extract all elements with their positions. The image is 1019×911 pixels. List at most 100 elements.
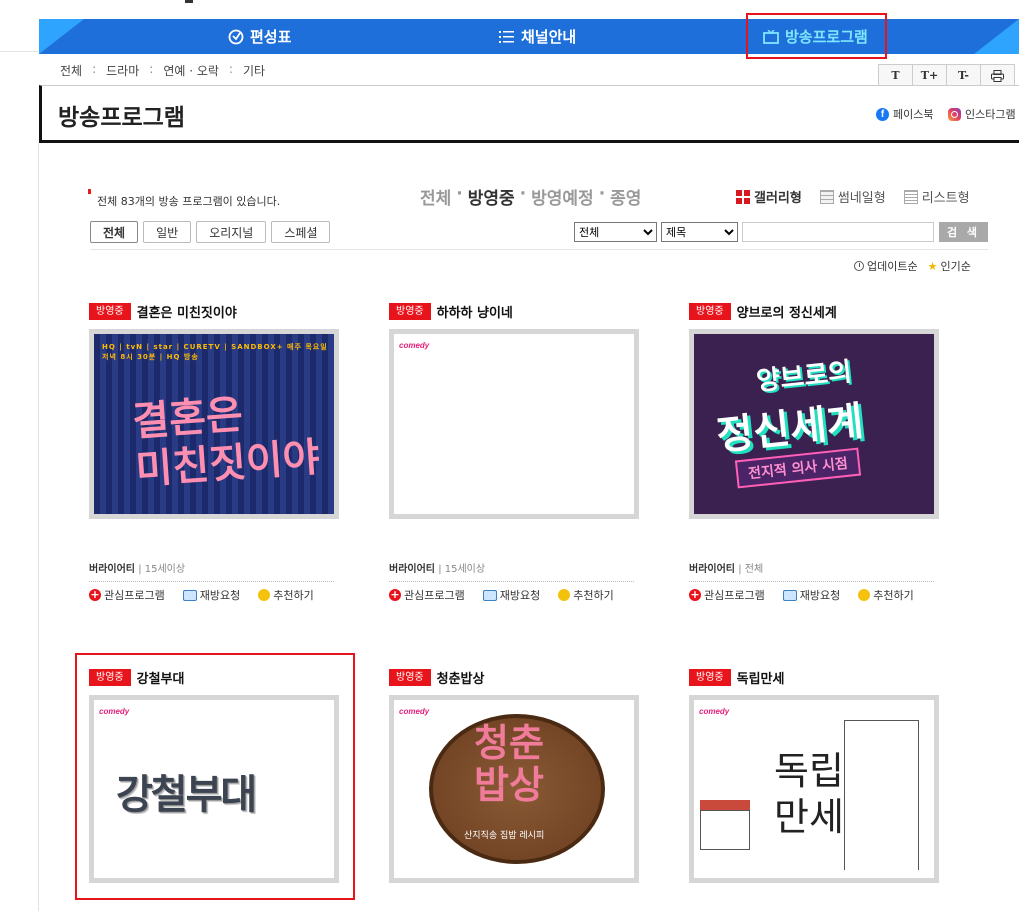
recommend-button[interactable]: 추천하기 — [558, 587, 614, 603]
program-title-link[interactable]: 방영중 하하하 냥이네 — [389, 302, 639, 321]
artwork-title: 강철부대 — [116, 773, 257, 817]
nav-programs[interactable]: 방송프로그램 — [763, 19, 868, 54]
sort-by-popular[interactable]: ★ 인기순 — [928, 258, 971, 274]
font-decrease-button[interactable]: T- — [946, 64, 981, 86]
nav-programs-label: 방송프로그램 — [785, 28, 868, 46]
view-mode-list[interactable]: 리스트형 — [903, 187, 970, 206]
program-thumbnail[interactable]: comedy 강철부대 — [89, 695, 339, 883]
program-thumbnail[interactable]: 양브로의 정신세계 전지적 의사 시점 — [689, 329, 939, 519]
sort-options: 업데이트순 ★ 인기순 — [854, 258, 971, 274]
program-title-link[interactable]: 방영중 결혼은 미친짓이야 — [89, 302, 339, 321]
category-tab-general[interactable]: 일반 — [143, 221, 192, 243]
subnav-separator: : — [92, 62, 97, 76]
status-badge: 방영중 — [389, 302, 431, 320]
print-button[interactable] — [980, 64, 1015, 86]
view-mode-gallery[interactable]: 갤러리형 — [736, 187, 802, 206]
program-thumbnail[interactable]: comedy — [389, 329, 639, 519]
recommend-label: 추천하기 — [273, 589, 314, 602]
favorite-button[interactable]: + 관심프로그램 — [389, 587, 465, 603]
subnav-all[interactable]: 전체 — [60, 62, 82, 79]
recommend-button[interactable]: 추천하기 — [858, 587, 914, 603]
gallery-grid-icon — [736, 189, 750, 204]
program-card: 방영중 청춘밥상 comedy 청춘 밥상 산지직송 집밥 레시피 — [389, 668, 639, 883]
status-badge: 방영중 — [389, 668, 431, 686]
program-title-link[interactable]: 방영중 청춘밥상 — [389, 668, 639, 687]
program-title-link[interactable]: 방영중 강철부대 — [89, 668, 339, 687]
search-scope-select[interactable]: 전체 — [574, 222, 657, 242]
subnav-separator: : — [149, 62, 154, 76]
program-genre: 버라이어티 — [389, 564, 435, 575]
program-thumbnail[interactable]: comedy 청춘 밥상 산지직송 집밥 레시피 — [389, 695, 639, 883]
plus-icon: + — [389, 588, 401, 601]
program-meta: 버라이어티 | 15세이상 — [89, 560, 334, 582]
search-field-select[interactable]: 제목 — [661, 222, 738, 242]
print-icon — [991, 69, 1004, 82]
rerun-request-button[interactable]: 재방요청 — [182, 587, 240, 603]
nav-schedule[interactable]: 편성표 — [228, 19, 291, 54]
thumbnail-artwork: 양브로의 정신세계 전지적 의사 시점 — [694, 334, 934, 514]
status-badge: 방영중 — [89, 668, 131, 686]
clock-icon — [854, 261, 864, 271]
artwork-house — [700, 810, 750, 850]
rerun-request-button[interactable]: 재방요청 — [782, 587, 841, 603]
program-title: 청춘밥상 — [436, 671, 485, 687]
subnav-entertainment[interactable]: 연예 · 오락 — [163, 62, 219, 79]
program-card: 방영중 강철부대 comedy 강철부대 — [89, 668, 339, 883]
status-filter-upcoming[interactable]: 방영예정 — [531, 184, 594, 209]
program-rating: 15세이상 — [144, 564, 186, 575]
status-filter-airing[interactable]: 방영중 — [468, 184, 515, 209]
favorite-button[interactable]: + 관심프로그램 — [689, 587, 765, 603]
meta-separator: | — [438, 564, 442, 575]
nav-schedule-label: 편성표 — [250, 28, 292, 46]
instagram-link[interactable]: 인스타그램 — [948, 106, 1016, 122]
page-header — [39, 85, 1019, 143]
sort-by-update[interactable]: 업데이트순 — [854, 258, 918, 274]
program-thumbnail[interactable]: HQ | tvN | star | CURETV | SANDBOX+ 매주 목… — [89, 329, 339, 519]
status-filter-separator: · — [598, 184, 606, 204]
facebook-label: 페이스북 — [893, 108, 934, 121]
program-title: 독립만세 — [736, 671, 785, 687]
clock-icon — [228, 29, 244, 44]
search-input[interactable] — [742, 222, 934, 242]
meta-separator: | — [138, 564, 142, 575]
subnav-drama[interactable]: 드라마 — [106, 62, 139, 79]
status-badge: 방영중 — [689, 302, 731, 320]
subnav-etc[interactable]: 기타 — [243, 62, 265, 79]
program-title-link[interactable]: 방영중 양브로의 정신세계 — [689, 302, 939, 321]
favorite-button[interactable]: + 관심프로그램 — [89, 587, 165, 603]
program-actions: + 관심프로그램 재방요청 추천하기 — [89, 587, 314, 603]
search-button[interactable]: 검 색 — [939, 222, 988, 242]
star-icon: ★ — [927, 259, 938, 273]
category-tab-original[interactable]: 오리지널 — [196, 221, 267, 243]
nav-right-decoration — [974, 19, 1019, 54]
program-actions: + 관심프로그램 재방요청 추천하기 — [689, 587, 914, 603]
thumbnail-artwork: HQ | tvN | star | CURETV | SANDBOX+ 매주 목… — [94, 334, 334, 514]
top-stub — [185, 0, 193, 3]
program-title: 양브로의 정신세계 — [736, 305, 837, 321]
rerun-label: 재방요청 — [799, 589, 841, 602]
facebook-link[interactable]: f 페이스북 — [876, 106, 933, 122]
channel-logo: comedy — [399, 341, 430, 350]
status-filter-all[interactable]: 전체 — [420, 184, 451, 209]
category-tab-all[interactable]: 전체 — [90, 221, 139, 243]
font-reset-button[interactable]: T — [878, 64, 913, 86]
recommend-button[interactable]: 추천하기 — [258, 587, 314, 603]
sort-by-popular-label: 인기순 — [940, 260, 971, 273]
instagram-label: 인스타그램 — [965, 108, 1016, 121]
font-increase-button[interactable]: T+ — [912, 64, 947, 86]
program-card: 방영중 양브로의 정신세계 양브로의 정신세계 전지적 의사 시점 버라이어티 … — [689, 302, 939, 602]
program-meta: 버라이어티 | 15세이상 — [389, 560, 634, 582]
rerun-request-button[interactable]: 재방요청 — [482, 587, 540, 603]
smile-icon — [258, 589, 271, 601]
category-tab-special[interactable]: 스페셜 — [271, 221, 331, 243]
filter-divider — [90, 249, 988, 250]
program-title: 강철부대 — [136, 671, 185, 687]
program-card: 방영중 하하하 냥이네 comedy 버라이어티 | 15세이상 + 관심프로그램… — [389, 302, 639, 602]
program-thumbnail[interactable]: comedy 독립 만세 — [689, 695, 939, 883]
program-title-link[interactable]: 방영중 독립만세 — [689, 668, 939, 687]
nav-channel-guide[interactable]: 채널안내 — [499, 19, 576, 54]
program-actions: + 관심프로그램 재방요청 추천하기 — [389, 587, 614, 603]
status-filter-ended[interactable]: 종영 — [610, 184, 641, 209]
view-mode-thumbnail[interactable]: 썸네일형 — [819, 187, 886, 206]
tv-icon — [182, 589, 197, 601]
